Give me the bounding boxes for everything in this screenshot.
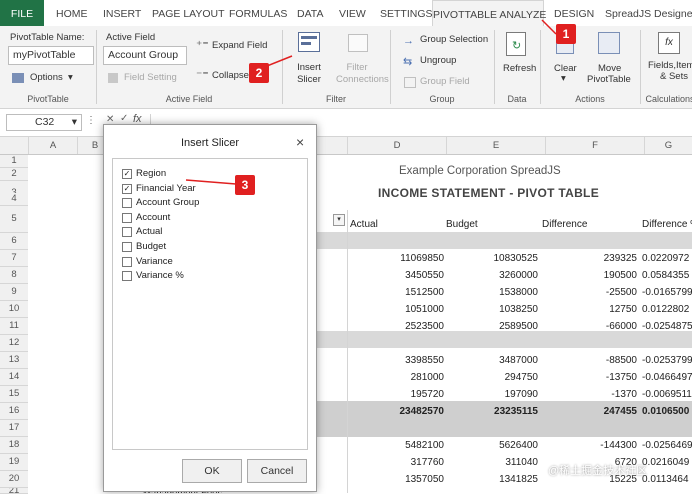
annotation-badge-1: 1 [556,24,576,44]
annotation-badge-2: 2 [249,63,269,83]
annotation-arrow-1 [541,19,557,35]
annotation-badge-3: 3 [235,175,255,195]
annotation-arrow-3 [185,179,237,185]
annotation-arrows [185,19,557,185]
